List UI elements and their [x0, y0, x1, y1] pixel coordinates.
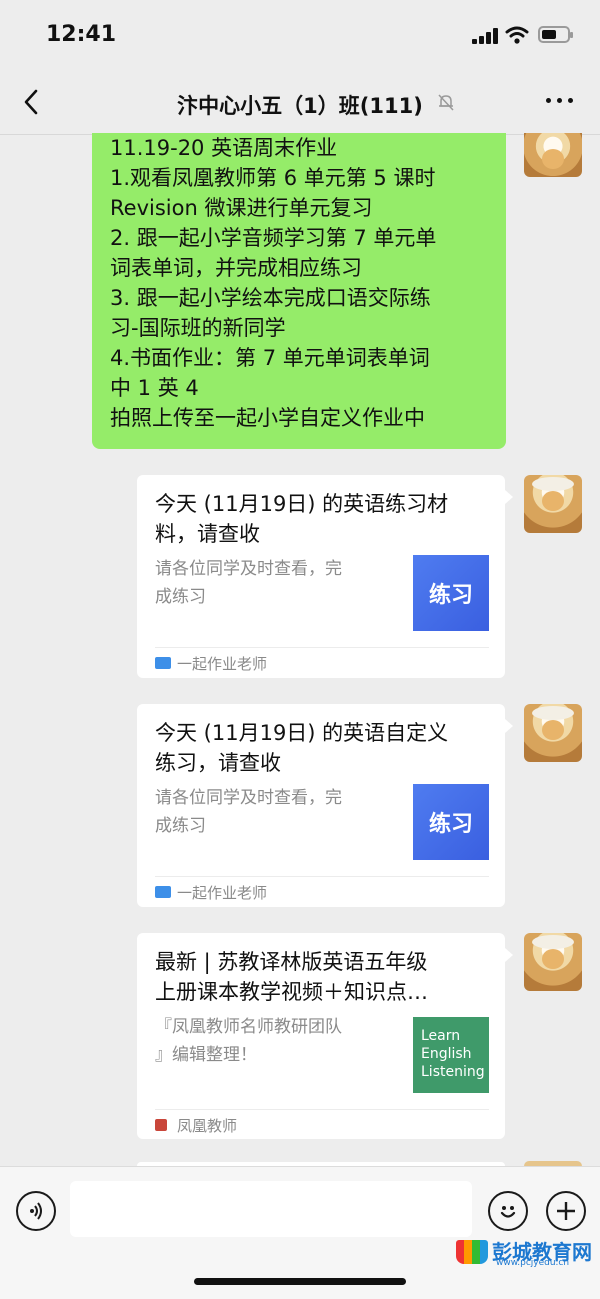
card-source: 一起作业老师	[177, 655, 268, 673]
text-message-bubble[interactable]: 11.19-20 英语周末作业 1.观看凤凰教师第 6 单元第 5 课时 Rev…	[92, 133, 506, 449]
message-line: Revision 微课进行单元复习	[110, 196, 373, 220]
home-indicator	[194, 1278, 406, 1285]
status-time: 12:41	[46, 22, 117, 47]
cellular-signal-icon	[472, 28, 498, 44]
message-line: 1.观看凤凰教师第 6 单元第 5 课时	[110, 166, 436, 190]
app-source-icon	[155, 657, 171, 669]
site-watermark: 彭城教育网 www.pcjyedu.cn	[456, 1236, 596, 1272]
chat-header: 汴中心小五（1）班(111)	[0, 68, 600, 135]
sender-avatar[interactable]	[524, 933, 582, 991]
link-card[interactable]: 最新 | 苏教译林版英语五年级 上册课本教学视频＋知识点… 『凤凰教师名师教研团…	[137, 933, 505, 1139]
watermark-url: www.pcjyedu.cn	[496, 1258, 570, 1268]
listening-thumbnail: Learn English Listening	[413, 1017, 489, 1093]
message-line: 11.19-20 英语周末作业	[110, 136, 338, 160]
more-options-icon[interactable]	[546, 98, 574, 106]
card-description: 『凤凰教师名师教研团队 』编辑整理！	[155, 1017, 342, 1065]
battery-icon	[538, 26, 573, 43]
card-description: 请各位同学及时查看，完 成练习	[155, 788, 342, 836]
book-logo-icon	[456, 1240, 488, 1264]
sender-avatar[interactable]	[524, 133, 582, 177]
message-line: 4.书面作业：第 7 单元单词表单词	[110, 346, 430, 370]
message-input[interactable]	[70, 1181, 472, 1237]
card-source: 一起作业老师	[177, 884, 268, 902]
sender-avatar[interactable]	[524, 475, 582, 533]
app-source-icon	[155, 886, 171, 898]
link-card[interactable]: 今天 (11月19日) 的英语自定义 练习，请查收 请各位同学及时查看，完 成练…	[137, 704, 505, 907]
app-source-icon	[155, 1119, 167, 1131]
message-line: 3. 跟一起小学绘本完成口语交际练	[110, 286, 431, 310]
message-line: 2. 跟一起小学音频学习第 7 单元单	[110, 226, 437, 250]
voice-icon	[30, 1202, 42, 1220]
chat-title: 汴中心小五（1）班(111)	[177, 94, 423, 118]
link-card[interactable]: 今天 (11月19日) 的英语练习材 料，请查收 请各位同学及时查看，完 成练习…	[137, 475, 505, 678]
message-line: 词表单词，并完成相应练习	[110, 256, 362, 280]
wifi-icon	[505, 26, 529, 44]
sender-avatar[interactable]	[524, 704, 582, 762]
message-line: 习-国际班的新同学	[110, 316, 286, 340]
smiley-icon	[500, 1206, 516, 1218]
practice-thumbnail: 练习	[413, 555, 489, 631]
card-source: 凤凰教师	[177, 1117, 238, 1135]
voice-input-button[interactable]	[16, 1191, 56, 1231]
message-line: 中 1 英 4	[110, 376, 199, 400]
message-line: 拍照上传至一起小学自定义作业中	[110, 406, 425, 430]
card-description: 请各位同学及时查看，完 成练习	[155, 559, 342, 607]
more-functions-button[interactable]	[546, 1191, 586, 1231]
card-title: 最新 | 苏教译林版英语五年级 上册课本教学视频＋知识点…	[155, 950, 428, 1004]
card-title: 今天 (11月19日) 的英语练习材 料，请查收	[155, 492, 449, 546]
card-title: 今天 (11月19日) 的英语自定义 练习，请查收	[155, 721, 449, 775]
plus-icon	[557, 1202, 575, 1220]
emoji-button[interactable]	[488, 1191, 528, 1231]
mute-bell-icon	[438, 94, 454, 111]
practice-thumbnail: 练习	[413, 784, 489, 860]
